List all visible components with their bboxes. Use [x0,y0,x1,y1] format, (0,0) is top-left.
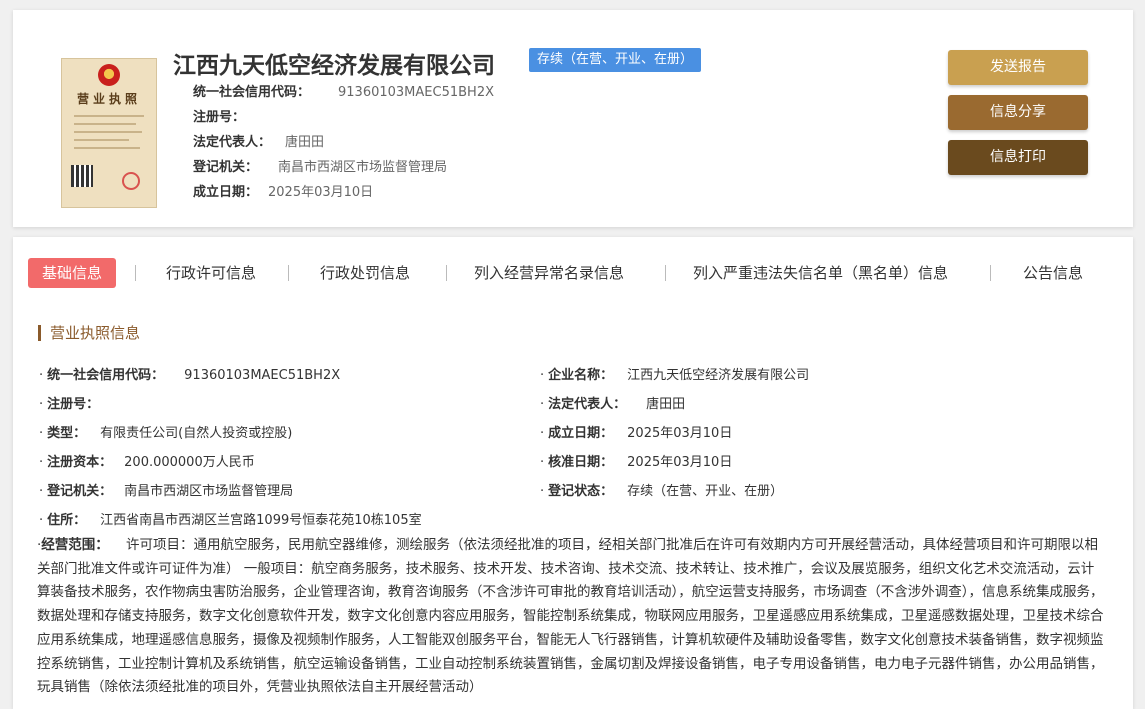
company-header-card: 营业执照 江西九天低空经济发展有限公司 存续（在营、开业、在册） 统一社会信用代… [13,10,1133,227]
print-info-button[interactable]: 信息打印 [948,140,1088,175]
tab-divider [665,265,666,281]
field-authority: · 登记机关： 南昌市西湖区市场监督管理局 [39,484,294,499]
header-credit-code-value: 91360103MAEC51BH2X [338,85,494,100]
header-authority-value: 南昌市西湖区市场监督管理局 [278,160,448,175]
field-type: · 类型： 有限责任公司(自然人投资或控股) [39,426,293,441]
license-thumb-title: 营业执照 [76,92,141,106]
tab-blacklist[interactable]: 列入严重违法失信名单（黑名单）信息 [693,258,948,288]
tab-divider [135,265,136,281]
field-value: 南昌市西湖区市场监督管理局 [124,484,294,499]
tab-announcements[interactable]: 公告信息 [1023,258,1083,288]
national-emblem-icon [98,64,120,86]
field-label: 登记机关： [47,484,113,499]
field-address: · 住所： 江西省南昌市西湖区兰宫路1099号恒泰花苑10栋105室 [39,513,422,528]
field-value: 有限责任公司(自然人投资或控股) [100,426,293,441]
field-company-name: · 企业名称： 江西九天低空经济发展有限公司 [540,368,810,383]
license-line [74,147,140,149]
license-line [74,123,136,125]
field-label: 住所： [47,513,87,528]
field-value: 江西省南昌市西湖区兰宫路1099号恒泰花苑10栋105室 [100,513,422,528]
license-line [74,131,142,133]
field-established: · 成立日期： 2025年03月10日 [540,426,733,441]
header-legal-rep-value: 唐田田 [285,135,325,150]
header-established: 成立日期： 2025年03月10日 [193,181,373,200]
tab-admin-penalty[interactable]: 行政处罚信息 [320,258,410,288]
header-established-value: 2025年03月10日 [268,185,374,200]
section-title: 营业执照信息 [38,325,140,341]
field-label: 注册号： [47,397,100,412]
field-legal-rep: · 法定代表人： 唐田田 [540,397,686,412]
header-credit-code: 统一社会信用代码： 91360103MAEC51BH2X [193,81,494,100]
share-info-button[interactable]: 信息分享 [948,95,1088,130]
header-legal-rep: 法定代表人： 唐田田 [193,131,324,150]
field-label: 法定代表人： [548,397,627,412]
tab-divider [446,265,447,281]
official-stamp-icon [122,172,140,190]
header-credit-code-label: 统一社会信用代码： [193,85,311,100]
field-value: 存续（在营、开业、在册） [627,484,784,499]
field-value: 200.000000万人民币 [124,455,255,470]
field-value: 2025年03月10日 [627,426,733,441]
header-authority: 登记机关： 南昌市西湖区市场监督管理局 [193,156,447,175]
field-credit-code: · 统一社会信用代码： 91360103MAEC51BH2X [39,368,341,383]
tab-divider [990,265,991,281]
field-value: 唐田田 [646,397,686,412]
business-scope-label: 经营范围： [41,537,109,553]
header-reg-no-label: 注册号： [193,110,246,125]
header-established-label: 成立日期： [193,185,259,200]
field-reg-no: · 注册号： [39,397,100,412]
field-value: 91360103MAEC51BH2X [184,368,341,383]
field-value: 江西九天低空经济发展有限公司 [627,368,810,383]
field-approval-date: · 核准日期： 2025年03月10日 [540,455,733,470]
basic-info-card: 基础信息 行政许可信息 行政处罚信息 列入经营异常名录信息 列入严重违法失信名单… [13,237,1133,709]
send-report-button[interactable]: 发送报告 [948,50,1088,85]
business-license-image[interactable]: 营业执照 [61,58,157,208]
field-label: 统一社会信用代码： [47,368,165,383]
license-line [74,115,144,117]
license-line [74,139,129,141]
business-scope-text: 许可项目：通用航空服务，民用航空器维修，测绘服务（依法须经批准的项目，经相关部门… [37,537,1104,696]
tab-basic-info[interactable]: 基础信息 [28,258,117,288]
field-label: 注册资本： [47,455,113,470]
tab-admin-license[interactable]: 行政许可信息 [166,258,256,288]
qr-code-icon [71,165,93,187]
field-label: 类型： [47,426,87,441]
field-label: 企业名称： [548,368,614,383]
header-legal-rep-label: 法定代表人： [193,135,272,150]
field-label: 成立日期： [548,426,614,441]
header-authority-label: 登记机关： [193,160,259,175]
company-name: 江西九天低空经济发展有限公司 [173,53,495,79]
business-scope: ·经营范围： 许可项目：通用航空服务，民用航空器维修，测绘服务（依法须经批准的项… [37,537,1104,696]
field-label: 登记状态： [548,484,614,499]
field-capital: · 注册资本： 200.000000万人民币 [39,455,255,470]
header-reg-no: 注册号： [193,106,273,125]
tab-abnormal-operation[interactable]: 列入经营异常名录信息 [474,258,624,288]
field-value: 2025年03月10日 [627,455,733,470]
field-label: 核准日期： [548,455,614,470]
field-reg-status: · 登记状态： 存续（在营、开业、在册） [540,484,784,499]
tab-divider [288,265,289,281]
status-badge: 存续（在营、开业、在册） [529,48,702,72]
